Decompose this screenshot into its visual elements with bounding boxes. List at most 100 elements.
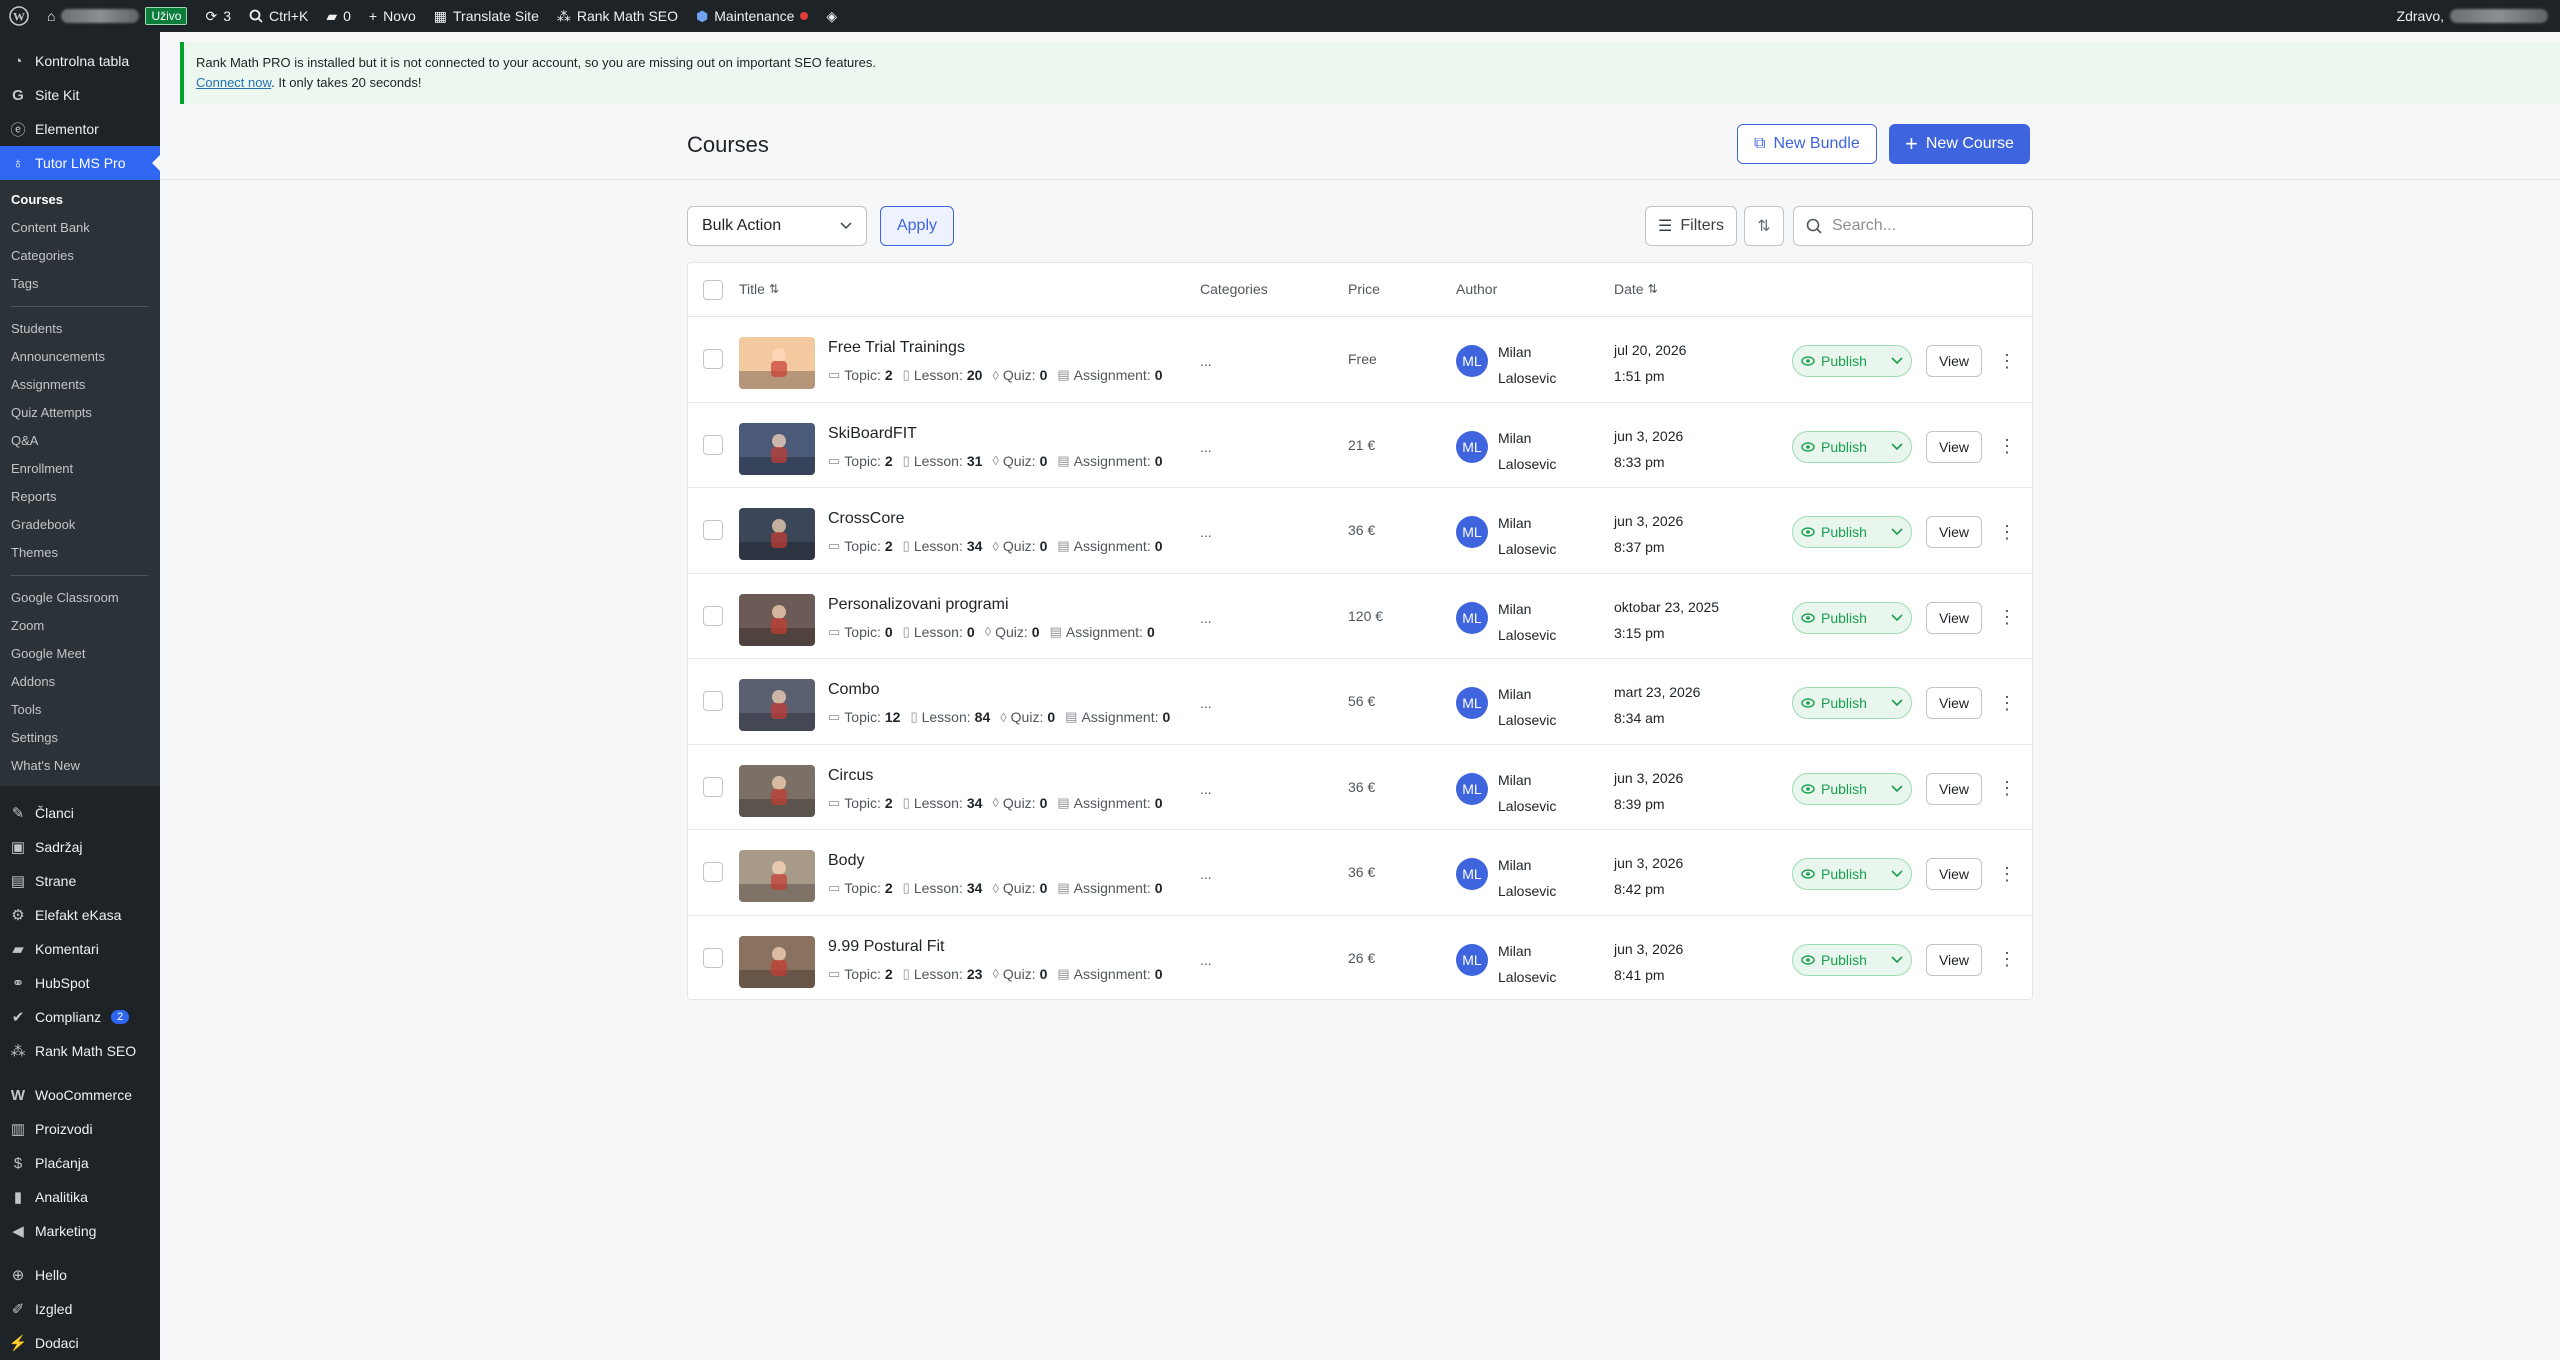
sidebar-item-marketing[interactable]: ◀ Marketing: [0, 1214, 160, 1248]
status-dropdown[interactable]: Publish: [1792, 430, 1912, 463]
row-checkbox[interactable]: [703, 520, 723, 540]
select-all-checkbox[interactable]: [703, 280, 723, 300]
view-button[interactable]: View: [1926, 687, 1982, 719]
submenu-categories[interactable]: Categories: [0, 242, 160, 270]
course-title[interactable]: SkiBoardFIT: [828, 425, 917, 443]
sidebar-item-elementor[interactable]: ⓔ Elementor: [0, 112, 160, 146]
sidebar-item-elefakt[interactable]: ⚙ Elefakt eKasa: [0, 898, 160, 932]
course-thumbnail[interactable]: [739, 850, 815, 902]
diamond-menu[interactable]: ◈: [817, 0, 846, 32]
connect-now-link[interactable]: Connect now: [196, 75, 271, 90]
course-thumbnail[interactable]: [739, 593, 815, 646]
row-checkbox[interactable]: [703, 605, 723, 626]
view-button[interactable]: View: [1926, 516, 1982, 548]
sidebar-item-clanci[interactable]: ✎ Članci: [0, 796, 160, 830]
course-title[interactable]: Circus: [828, 767, 873, 785]
rankmath-menu[interactable]: ⁂ Rank Math SEO: [548, 0, 687, 32]
submenu-content-bank[interactable]: Content Bank: [0, 214, 160, 242]
submenu-google-classroom[interactable]: Google Classroom: [0, 584, 160, 612]
course-thumbnail[interactable]: [739, 764, 815, 817]
sidebar-item-sadrzaj[interactable]: ▣ Sadržaj: [0, 830, 160, 864]
course-title[interactable]: Free Trial Trainings: [828, 339, 965, 357]
submenu-announcements[interactable]: Announcements: [0, 343, 160, 371]
status-dropdown[interactable]: Publish: [1792, 601, 1912, 634]
maintenance-menu[interactable]: ⬢ Maintenance: [687, 0, 817, 32]
view-button[interactable]: View: [1926, 772, 1982, 805]
status-dropdown[interactable]: Publish: [1792, 687, 1912, 719]
more-options-icon[interactable]: ⋮: [1998, 777, 2016, 801]
view-button[interactable]: View: [1926, 601, 1982, 634]
row-checkbox[interactable]: [703, 947, 723, 968]
sidebar-item-analitika[interactable]: ▮ Analitika: [0, 1180, 160, 1214]
command-search[interactable]: Ctrl+K: [240, 0, 317, 32]
submenu-settings[interactable]: Settings: [0, 724, 160, 752]
more-options-icon[interactable]: ⋮: [1998, 349, 2016, 373]
sidebar-item-izgled[interactable]: ✐ Izgled: [0, 1292, 160, 1326]
status-dropdown[interactable]: Publish: [1792, 516, 1912, 548]
more-options-icon[interactable]: ⋮: [1998, 862, 2016, 886]
submenu-zoom[interactable]: Zoom: [0, 612, 160, 640]
date-column-header[interactable]: Date ⇅: [1614, 281, 1658, 297]
status-dropdown[interactable]: Publish: [1792, 772, 1912, 805]
view-button[interactable]: View: [1926, 345, 1982, 377]
sidebar-item-hello[interactable]: ⊕ Hello: [0, 1258, 160, 1292]
sidebar-item-dodaci[interactable]: ⚡ Dodaci: [0, 1326, 160, 1360]
submenu-assignments[interactable]: Assignments: [0, 371, 160, 399]
course-thumbnail[interactable]: [739, 422, 815, 475]
search-input[interactable]: [1832, 217, 2012, 235]
more-options-icon[interactable]: ⋮: [1998, 948, 2016, 972]
row-checkbox[interactable]: [703, 349, 723, 369]
course-thumbnail[interactable]: [739, 935, 815, 988]
course-title[interactable]: Personalizovani programi: [828, 596, 1009, 614]
course-title[interactable]: CrossCore: [828, 510, 904, 528]
more-options-icon[interactable]: ⋮: [1998, 520, 2016, 544]
submenu-reports[interactable]: Reports: [0, 483, 160, 511]
sidebar-item-strane[interactable]: ▤ Strane: [0, 864, 160, 898]
submenu-whats-new[interactable]: What's New: [0, 752, 160, 780]
course-title[interactable]: Body: [828, 852, 864, 870]
status-dropdown[interactable]: Publish: [1792, 943, 1912, 976]
submenu-qa[interactable]: Q&A: [0, 427, 160, 455]
course-thumbnail[interactable]: [739, 337, 815, 389]
sidebar-item-rankmath[interactable]: ⁂ Rank Math SEO: [0, 1034, 160, 1068]
submenu-google-meet[interactable]: Google Meet: [0, 640, 160, 668]
more-options-icon[interactable]: ⋮: [1998, 606, 2016, 630]
view-button[interactable]: View: [1926, 430, 1982, 463]
sort-order-button[interactable]: ⇅: [1744, 206, 1784, 246]
new-content-menu[interactable]: + Novo: [360, 0, 425, 32]
submenu-tags[interactable]: Tags: [0, 270, 160, 298]
status-dropdown[interactable]: Publish: [1792, 345, 1912, 377]
sidebar-item-komentari[interactable]: ▰ Komentari: [0, 932, 160, 966]
row-checkbox[interactable]: [703, 776, 723, 797]
search-field[interactable]: [1793, 206, 2033, 246]
submenu-courses[interactable]: Courses: [0, 186, 160, 214]
sidebar-item-dashboard[interactable]: ◔ Kontrolna tabla: [0, 44, 160, 78]
course-thumbnail[interactable]: [739, 508, 815, 560]
more-options-icon[interactable]: ⋮: [1998, 691, 2016, 715]
site-name-menu[interactable]: ⌂ Uživo: [38, 0, 196, 32]
status-dropdown[interactable]: Publish: [1792, 858, 1912, 890]
course-title[interactable]: Combo: [828, 681, 880, 699]
view-button[interactable]: View: [1926, 943, 1982, 976]
sidebar-item-tutor-lms[interactable]: ♁ Tutor LMS Pro: [0, 146, 160, 180]
sidebar-item-placanja[interactable]: $ Plaćanja: [0, 1146, 160, 1180]
sidebar-item-hubspot[interactable]: ⚭ HubSpot: [0, 966, 160, 1000]
wordpress-logo-icon[interactable]: W: [0, 0, 38, 32]
sidebar-item-woocommerce[interactable]: W WooCommerce: [0, 1078, 160, 1112]
submenu-quiz-attempts[interactable]: Quiz Attempts: [0, 399, 160, 427]
submenu-themes[interactable]: Themes: [0, 539, 160, 567]
more-options-icon[interactable]: ⋮: [1998, 435, 2016, 459]
translate-site-menu[interactable]: ▦ Translate Site: [425, 0, 548, 32]
course-title[interactable]: 9.99 Postural Fit: [828, 938, 945, 956]
row-checkbox[interactable]: [703, 434, 723, 455]
submenu-students[interactable]: Students: [0, 315, 160, 343]
apply-button[interactable]: Apply: [880, 206, 954, 246]
filters-button[interactable]: ☰ Filters: [1645, 206, 1737, 246]
updates-menu[interactable]: ⟳ 3: [196, 0, 240, 32]
view-button[interactable]: View: [1926, 858, 1982, 890]
row-checkbox[interactable]: [703, 862, 723, 882]
sidebar-item-sitekit[interactable]: G Site Kit: [0, 78, 160, 112]
submenu-gradebook[interactable]: Gradebook: [0, 511, 160, 539]
sidebar-item-complianz[interactable]: ✔ Complianz 2: [0, 1000, 160, 1034]
row-checkbox[interactable]: [703, 691, 723, 711]
